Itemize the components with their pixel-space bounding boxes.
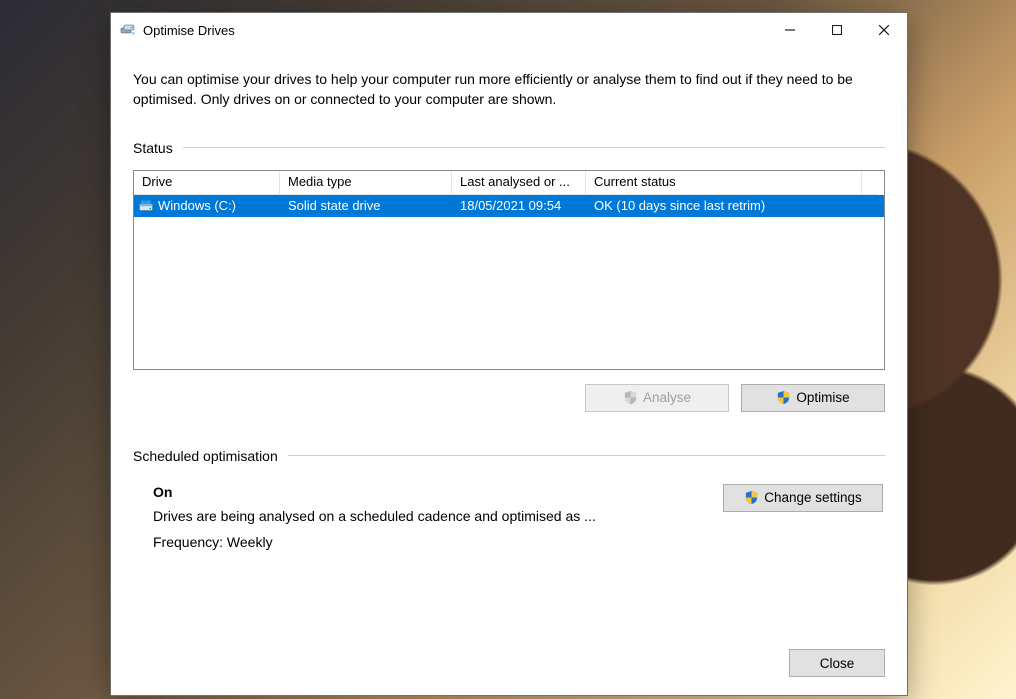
titlebar[interactable]: Optimise Drives	[111, 13, 907, 47]
drive-icon	[138, 198, 154, 214]
app-icon	[120, 22, 136, 38]
drive-list-header[interactable]: Drive Media type Last analysed or ... Cu…	[134, 171, 884, 195]
column-spacer	[862, 171, 878, 195]
scheduled-frequency: Frequency: Weekly	[153, 534, 703, 550]
optimise-drives-window: Optimise Drives You can optimise your dr…	[110, 12, 908, 696]
window-close-button[interactable]	[860, 13, 907, 47]
intro-text: You can optimise your drives to help you…	[133, 69, 885, 110]
divider	[183, 147, 885, 148]
shield-icon	[744, 490, 759, 505]
close-button-label: Close	[820, 656, 855, 671]
change-settings-button-label: Change settings	[764, 490, 862, 505]
status-label: Status	[133, 140, 173, 156]
optimise-button[interactable]: Optimise	[741, 384, 885, 412]
maximize-button[interactable]	[813, 13, 860, 47]
column-drive[interactable]: Drive	[134, 171, 280, 195]
column-media-type[interactable]: Media type	[280, 171, 452, 195]
drive-media-type: Solid state drive	[280, 198, 452, 213]
divider	[288, 455, 885, 456]
minimize-button[interactable]	[766, 13, 813, 47]
drive-list[interactable]: Drive Media type Last analysed or ... Cu…	[133, 170, 885, 370]
change-settings-button[interactable]: Change settings	[723, 484, 883, 512]
shield-icon	[776, 390, 791, 405]
shield-icon	[623, 390, 638, 405]
analyse-button: Analyse	[585, 384, 729, 412]
drive-name: Windows (C:)	[158, 198, 236, 213]
column-last-analysed[interactable]: Last analysed or ...	[452, 171, 586, 195]
scheduled-on-label: On	[153, 484, 703, 500]
analyse-button-label: Analyse	[643, 390, 691, 405]
window-title: Optimise Drives	[143, 23, 235, 38]
column-current-status[interactable]: Current status	[586, 171, 862, 195]
optimise-button-label: Optimise	[796, 390, 849, 405]
scheduled-description: Drives are being analysed on a scheduled…	[153, 508, 703, 524]
drive-last-analysed: 18/05/2021 09:54	[452, 198, 586, 213]
scheduled-label: Scheduled optimisation	[133, 448, 278, 464]
close-button[interactable]: Close	[789, 649, 885, 677]
drive-row-windows-c[interactable]: Windows (C:) Solid state drive 18/05/202…	[134, 195, 884, 217]
drive-current-status: OK (10 days since last retrim)	[586, 198, 862, 213]
